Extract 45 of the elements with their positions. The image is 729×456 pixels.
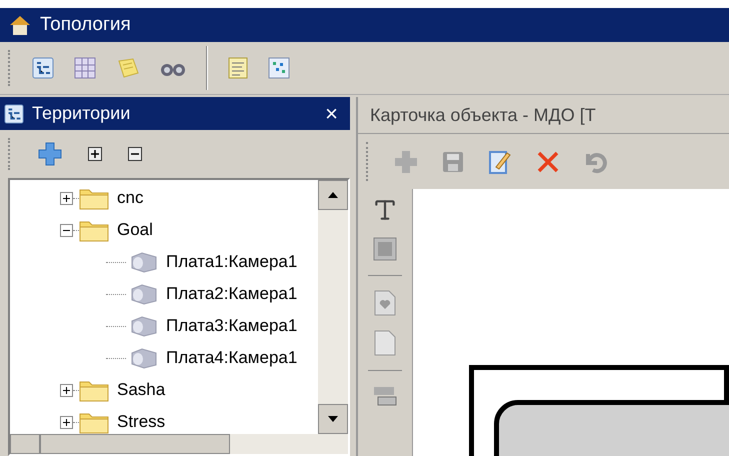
tree-item-label[interactable]: Stress [117,409,166,434]
expander-box[interactable] [60,192,73,204]
tree-item-label[interactable]: Sasha [117,377,166,403]
grid-icon[interactable] [74,57,96,79]
panel-title: Территории [32,102,132,125]
expander-box[interactable] [60,384,73,396]
camera-icon [130,251,158,273]
delete-icon[interactable] [536,150,560,174]
expander-box[interactable] [60,224,73,236]
camera-icon [130,347,158,369]
house-icon [8,13,32,37]
notes-icon[interactable] [116,57,140,79]
camera-icon [130,315,158,337]
tree-item-label[interactable]: cnc [117,185,144,211]
tree-view-icon[interactable] [32,57,54,79]
panel-title: Карточка объекта - МДО [Т [370,104,596,127]
toolbar-grip[interactable] [8,50,12,86]
toolbar-grip[interactable] [8,138,12,170]
tree-view-icon [4,104,24,124]
vertical-scrollbar[interactable] [318,180,348,434]
layers-icon[interactable] [372,385,398,407]
document-icon[interactable] [228,57,248,79]
save-icon[interactable] [442,150,464,172]
horizontal-scrollbar[interactable] [10,434,348,454]
image-icon[interactable] [373,237,397,261]
down-arrow-icon [328,416,338,422]
toolbar-grip[interactable] [366,142,370,181]
add-icon[interactable] [394,150,418,174]
up-arrow-icon [328,192,338,198]
expand-all-icon[interactable] [88,147,102,161]
camera-icon [130,283,158,305]
window-title: Топология [40,12,131,37]
document-icon[interactable] [374,330,396,356]
edit-icon[interactable] [488,148,512,174]
tree-item-label[interactable]: Goal [117,217,153,243]
tree-item-label[interactable]: Плата1:Камера1 [166,249,298,275]
add-icon[interactable] [38,142,62,166]
expander-box[interactable] [60,416,73,428]
close-button[interactable]: × [317,102,346,124]
dotted-grid-icon[interactable] [268,57,290,79]
tree-item-label[interactable]: Плата3:Камера1 [166,313,298,339]
heart-document-icon[interactable] [374,290,396,316]
tree-item-label[interactable]: Плата2:Камера1 [166,281,298,307]
tree-item-label[interactable]: Плата4:Камера1 [166,345,298,371]
collapse-all-icon[interactable] [128,147,142,161]
